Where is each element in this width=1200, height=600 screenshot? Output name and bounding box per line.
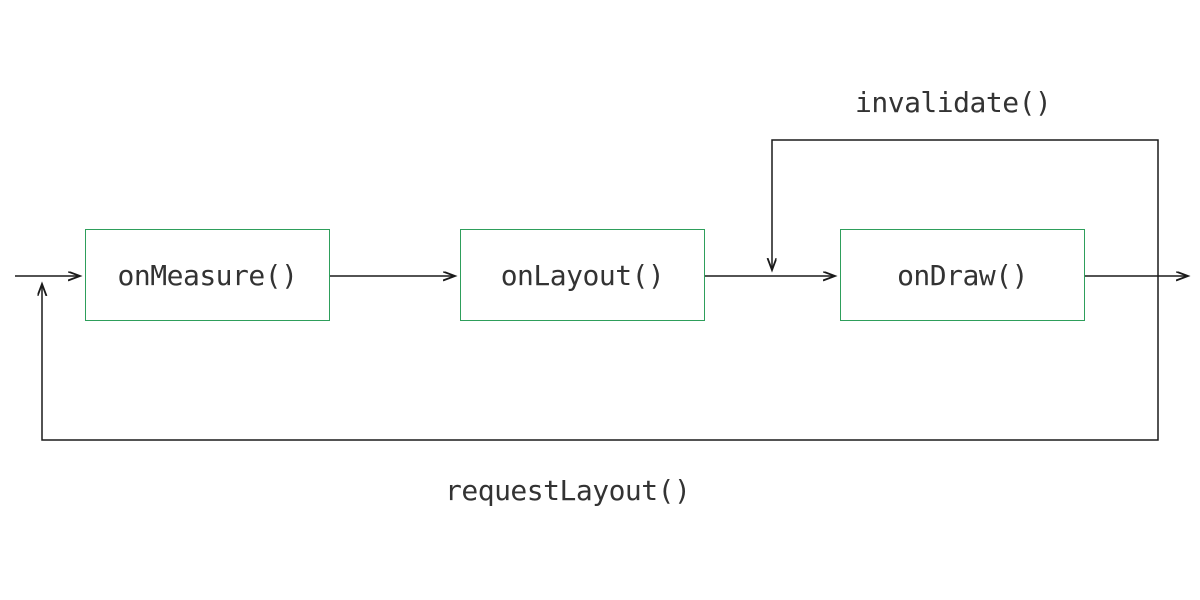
node-label: onMeasure()	[118, 259, 298, 292]
label-invalidate: invalidate()	[855, 86, 1051, 119]
node-on-layout: onLayout()	[460, 229, 705, 321]
node-label: onLayout()	[501, 259, 665, 292]
node-label: onDraw()	[897, 259, 1028, 292]
node-on-draw: onDraw()	[840, 229, 1085, 321]
label-request-layout: requestLayout()	[445, 474, 690, 507]
node-on-measure: onMeasure()	[85, 229, 330, 321]
